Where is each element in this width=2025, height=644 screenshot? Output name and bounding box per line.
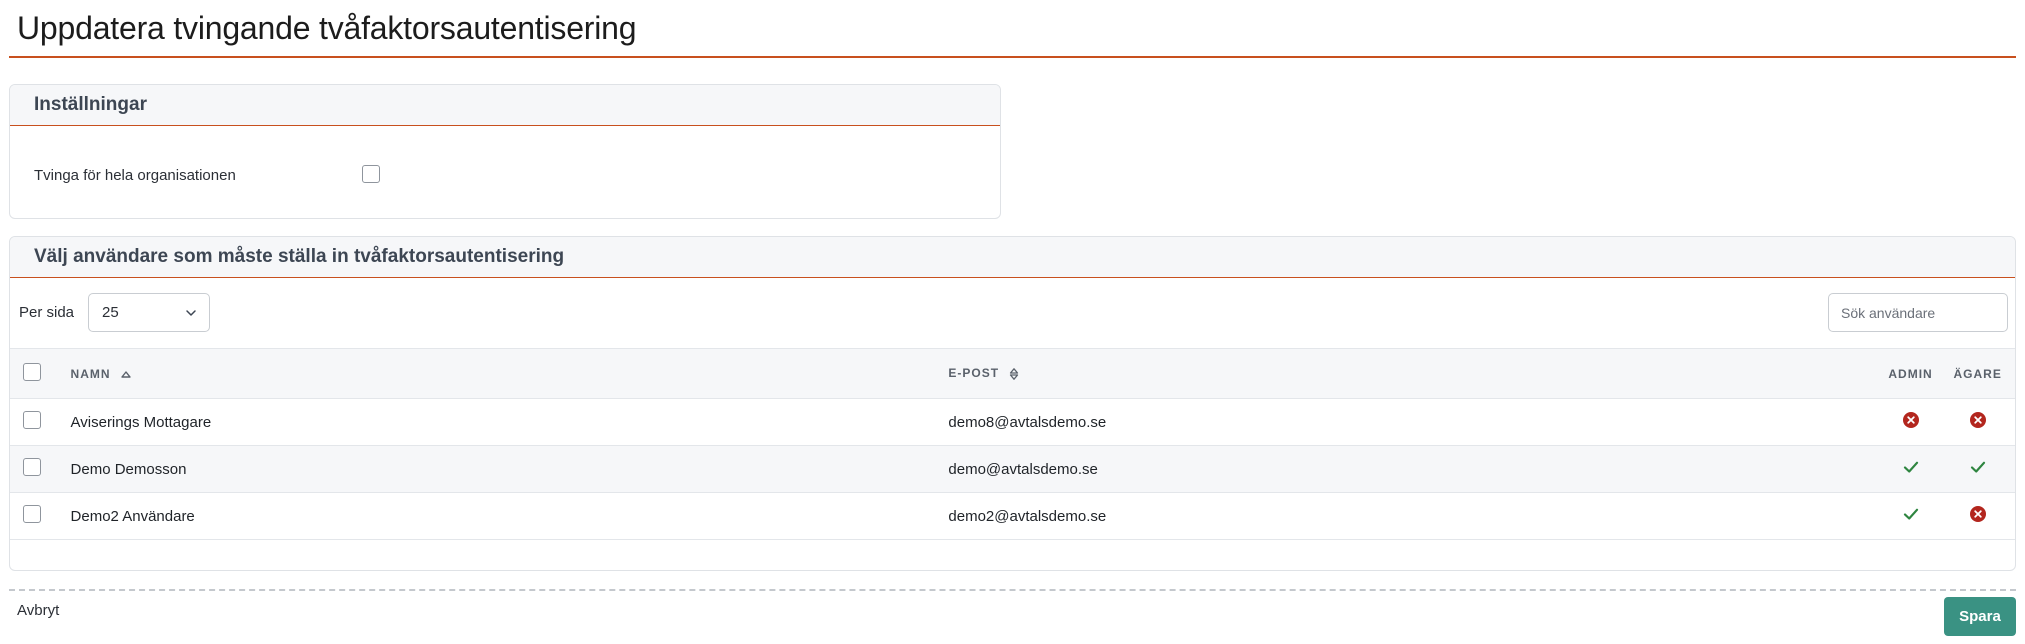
sort-ascending-icon — [121, 371, 131, 379]
x-circle-icon — [1969, 411, 1987, 433]
row-checkbox[interactable] — [23, 458, 41, 476]
search-input[interactable] — [1828, 293, 2008, 332]
check-icon — [1902, 458, 1920, 480]
save-button[interactable]: Spara — [1944, 597, 2016, 636]
users-header: Välj användare som måste ställa in tvåfa… — [10, 237, 2015, 278]
settings-header: Inställningar — [10, 85, 1000, 126]
user-name: Aviserings Mottagare — [70, 413, 212, 431]
table-row[interactable]: Aviserings Mottagare demo8@avtalsdemo.se — [10, 399, 2015, 446]
enforce-org-label: Tvinga för hela organisationen — [34, 167, 236, 184]
row-checkbox[interactable] — [23, 505, 41, 523]
column-header-email[interactable]: E-POST — [948, 349, 1876, 399]
user-email: demo2@avtalsdemo.se — [948, 507, 1107, 525]
users-card: Välj användare som måste ställa in tvåfa… — [9, 236, 2016, 571]
users-table: NAMN E-POST ADMIN ÄGARE Aviserings Motta… — [10, 348, 2015, 540]
page-title: Uppdatera tvingande tvåfaktorsautentiser… — [17, 10, 637, 46]
user-email: demo@avtalsdemo.se — [948, 460, 1098, 478]
user-email: demo8@avtalsdemo.se — [948, 413, 1107, 431]
select-all-checkbox[interactable] — [23, 363, 41, 381]
chevron-down-icon — [186, 310, 196, 316]
per-page-value: 25 — [102, 304, 119, 321]
sort-both-icon — [1010, 368, 1019, 380]
footer-divider — [9, 589, 2016, 591]
title-divider — [9, 56, 2016, 58]
enforce-org-checkbox[interactable] — [362, 165, 380, 183]
column-header-name[interactable]: NAMN — [71, 349, 949, 399]
table-row[interactable]: Demo2 Användare demo2@avtalsdemo.se — [10, 493, 2015, 540]
user-name: Demo Demosson — [70, 460, 187, 478]
x-circle-icon — [1902, 411, 1920, 433]
table-row[interactable]: Demo Demosson demo@avtalsdemo.se — [10, 445, 2015, 493]
cancel-link[interactable]: Avbryt — [17, 602, 59, 619]
row-checkbox[interactable] — [23, 411, 41, 429]
check-icon — [1902, 505, 1920, 527]
column-header-admin: ADMIN — [1888, 366, 1933, 381]
user-name: Demo2 Användare — [70, 507, 195, 525]
enforce-org-row: Tvinga för hela organisationen — [34, 167, 236, 184]
column-header-owner: ÄGARE — [1953, 366, 2002, 381]
table-header-row: NAMN E-POST ADMIN ÄGARE — [10, 348, 2015, 399]
per-page-select[interactable]: 25 — [88, 293, 210, 332]
check-icon — [1969, 458, 1987, 480]
table-toolbar: Per sida 25 — [10, 293, 2015, 333]
x-circle-icon — [1969, 505, 1987, 527]
settings-card: Inställningar Tvinga för hela organisati… — [9, 84, 1001, 219]
per-page-label: Per sida — [19, 304, 75, 321]
